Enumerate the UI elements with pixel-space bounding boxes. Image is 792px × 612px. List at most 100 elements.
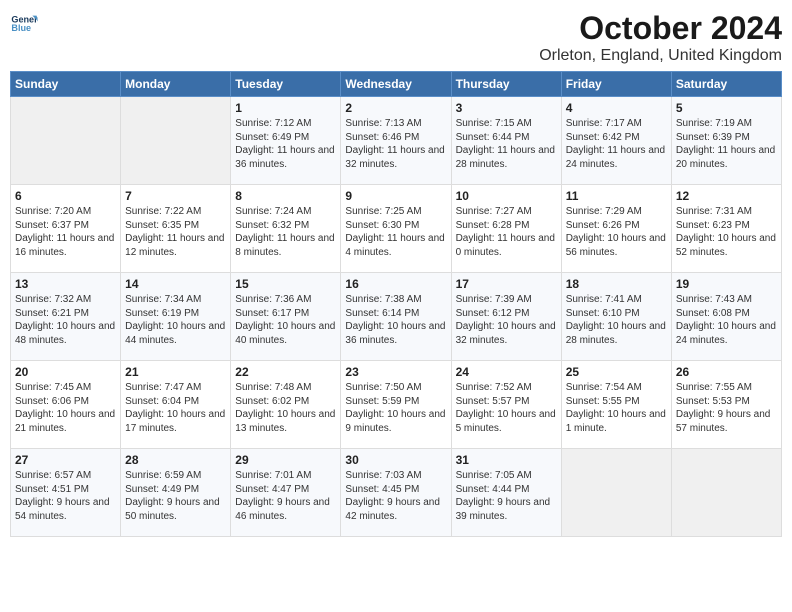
day-number: 23 [345,365,446,379]
calendar-cell [11,97,121,185]
header: General Blue October 2024 Orleton, Engla… [10,10,782,65]
day-header-tuesday: Tuesday [231,72,341,97]
day-number: 20 [15,365,116,379]
calendar-cell: 17 Sunrise: 7:39 AMSunset: 6:12 PMDayligh… [451,273,561,361]
calendar-cell: 5 Sunrise: 7:19 AMSunset: 6:39 PMDaylight… [671,97,781,185]
cell-info: Sunrise: 7:50 AMSunset: 5:59 PMDaylight:… [345,382,445,434]
cell-info: Sunrise: 7:12 AMSunset: 6:49 PMDaylight:… [235,118,334,170]
day-number: 15 [235,277,336,291]
day-number: 25 [566,365,667,379]
cell-info: Sunrise: 7:45 AMSunset: 6:06 PMDaylight:… [15,382,115,434]
cell-info: Sunrise: 7:27 AMSunset: 6:28 PMDaylight:… [456,206,555,258]
calendar-cell [561,449,671,537]
calendar-cell: 27 Sunrise: 6:57 AMSunset: 4:51 PMDayligh… [11,449,121,537]
day-number: 6 [15,189,116,203]
day-number: 10 [456,189,557,203]
calendar-cell: 22 Sunrise: 7:48 AMSunset: 6:02 PMDayligh… [231,361,341,449]
cell-info: Sunrise: 6:57 AMSunset: 4:51 PMDaylight:… [15,470,110,522]
title-area: October 2024 Orleton, England, United Ki… [539,10,782,65]
cell-info: Sunrise: 7:17 AMSunset: 6:42 PMDaylight:… [566,118,665,170]
cell-info: Sunrise: 6:59 AMSunset: 4:49 PMDaylight:… [125,470,220,522]
cell-info: Sunrise: 7:01 AMSunset: 4:47 PMDaylight:… [235,470,330,522]
day-header-sunday: Sunday [11,72,121,97]
calendar-cell: 30 Sunrise: 7:03 AMSunset: 4:45 PMDayligh… [341,449,451,537]
calendar-cell: 26Sunrise: 7:55 AMSunset: 5:53 PMDayligh… [671,361,781,449]
calendar-cell: 9 Sunrise: 7:25 AMSunset: 6:30 PMDaylight… [341,185,451,273]
cell-info: Sunrise: 7:25 AMSunset: 6:30 PMDaylight:… [345,206,444,258]
day-number: 3 [456,101,557,115]
calendar-cell: 6Sunrise: 7:20 AMSunset: 6:37 PMDaylight… [11,185,121,273]
day-number: 27 [15,453,116,467]
day-header-friday: Friday [561,72,671,97]
day-number: 8 [235,189,336,203]
calendar-cell: 4 Sunrise: 7:17 AMSunset: 6:42 PMDaylight… [561,97,671,185]
calendar-cell: 28Sunrise: 6:59 AMSunset: 4:49 PMDayligh… [121,449,231,537]
cell-info: Sunrise: 7:31 AMSunset: 6:23 PMDaylight:… [676,206,776,258]
calendar-cell: 19 Sunrise: 7:43 AMSunset: 6:08 PMDayligh… [671,273,781,361]
day-number: 22 [235,365,336,379]
cell-info: Sunrise: 7:24 AMSunset: 6:32 PMDaylight:… [235,206,334,258]
cell-info: Sunrise: 7:29 AMSunset: 6:26 PMDaylight:… [566,206,666,258]
day-number: 16 [345,277,446,291]
calendar-cell: 7 Sunrise: 7:22 AMSunset: 6:35 PMDaylight… [121,185,231,273]
day-number: 31 [456,453,557,467]
day-header-wednesday: Wednesday [341,72,451,97]
cell-info: Sunrise: 7:36 AMSunset: 6:17 PMDaylight:… [235,294,335,346]
day-number: 7 [125,189,226,203]
calendar-cell: 1 Sunrise: 7:12 AMSunset: 6:49 PMDaylight… [231,97,341,185]
calendar-cell: 14 Sunrise: 7:34 AMSunset: 6:19 PMDayligh… [121,273,231,361]
calendar-cell: 29 Sunrise: 7:01 AMSunset: 4:47 PMDayligh… [231,449,341,537]
cell-info: Sunrise: 7:13 AMSunset: 6:46 PMDaylight:… [345,118,444,170]
day-number: 19 [676,277,777,291]
calendar-cell: 11 Sunrise: 7:29 AMSunset: 6:26 PMDayligh… [561,185,671,273]
calendar-cell: 23 Sunrise: 7:50 AMSunset: 5:59 PMDayligh… [341,361,451,449]
cell-info: Sunrise: 7:48 AMSunset: 6:02 PMDaylight:… [235,382,335,434]
month-title: October 2024 [539,10,782,47]
day-header-thursday: Thursday [451,72,561,97]
day-number: 21 [125,365,226,379]
day-number: 5 [676,101,777,115]
cell-info: Sunrise: 7:43 AMSunset: 6:08 PMDaylight:… [676,294,776,346]
day-number: 12 [676,189,777,203]
day-number: 17 [456,277,557,291]
day-number: 14 [125,277,226,291]
day-number: 11 [566,189,667,203]
day-number: 4 [566,101,667,115]
day-number: 1 [235,101,336,115]
cell-info: Sunrise: 7:05 AMSunset: 4:44 PMDaylight:… [456,470,551,522]
calendar-cell: 31 Sunrise: 7:05 AMSunset: 4:44 PMDayligh… [451,449,561,537]
day-number: 29 [235,453,336,467]
cell-info: Sunrise: 7:34 AMSunset: 6:19 PMDaylight:… [125,294,225,346]
calendar-cell [121,97,231,185]
cell-info: Sunrise: 7:32 AMSunset: 6:21 PMDaylight:… [15,294,115,346]
calendar-cell: 18Sunrise: 7:41 AMSunset: 6:10 PMDayligh… [561,273,671,361]
cell-info: Sunrise: 7:54 AMSunset: 5:55 PMDaylight:… [566,382,666,434]
calendar-table: SundayMondayTuesdayWednesdayThursdayFrid… [10,71,782,537]
calendar-cell: 2 Sunrise: 7:13 AMSunset: 6:46 PMDaylight… [341,97,451,185]
calendar-cell: 16 Sunrise: 7:38 AMSunset: 6:14 PMDayligh… [341,273,451,361]
calendar-cell: 20 Sunrise: 7:45 AMSunset: 6:06 PMDayligh… [11,361,121,449]
calendar-cell: 21 Sunrise: 7:47 AMSunset: 6:04 PMDayligh… [121,361,231,449]
calendar-cell: 8 Sunrise: 7:24 AMSunset: 6:32 PMDaylight… [231,185,341,273]
day-number: 30 [345,453,446,467]
svg-text:Blue: Blue [11,23,31,33]
cell-info: Sunrise: 7:47 AMSunset: 6:04 PMDaylight:… [125,382,225,434]
cell-info: Sunrise: 7:52 AMSunset: 5:57 PMDaylight:… [456,382,556,434]
day-number: 2 [345,101,446,115]
day-number: 26 [676,365,777,379]
cell-info: Sunrise: 7:15 AMSunset: 6:44 PMDaylight:… [456,118,555,170]
day-header-monday: Monday [121,72,231,97]
cell-info: Sunrise: 7:22 AMSunset: 6:35 PMDaylight:… [125,206,224,258]
calendar-cell [671,449,781,537]
day-number: 9 [345,189,446,203]
calendar-cell: 12 Sunrise: 7:31 AMSunset: 6:23 PMDayligh… [671,185,781,273]
calendar-cell: 10 Sunrise: 7:27 AMSunset: 6:28 PMDayligh… [451,185,561,273]
cell-info: Sunrise: 7:39 AMSunset: 6:12 PMDaylight:… [456,294,556,346]
day-number: 13 [15,277,116,291]
cell-info: Sunrise: 7:03 AMSunset: 4:45 PMDaylight:… [345,470,440,522]
cell-info: Sunrise: 7:38 AMSunset: 6:14 PMDaylight:… [345,294,445,346]
cell-info: Sunrise: 7:19 AMSunset: 6:39 PMDaylight:… [676,118,775,170]
location-subtitle: Orleton, England, United Kingdom [539,47,782,65]
calendar-cell: 24Sunrise: 7:52 AMSunset: 5:57 PMDayligh… [451,361,561,449]
calendar-cell: 3 Sunrise: 7:15 AMSunset: 6:44 PMDaylight… [451,97,561,185]
